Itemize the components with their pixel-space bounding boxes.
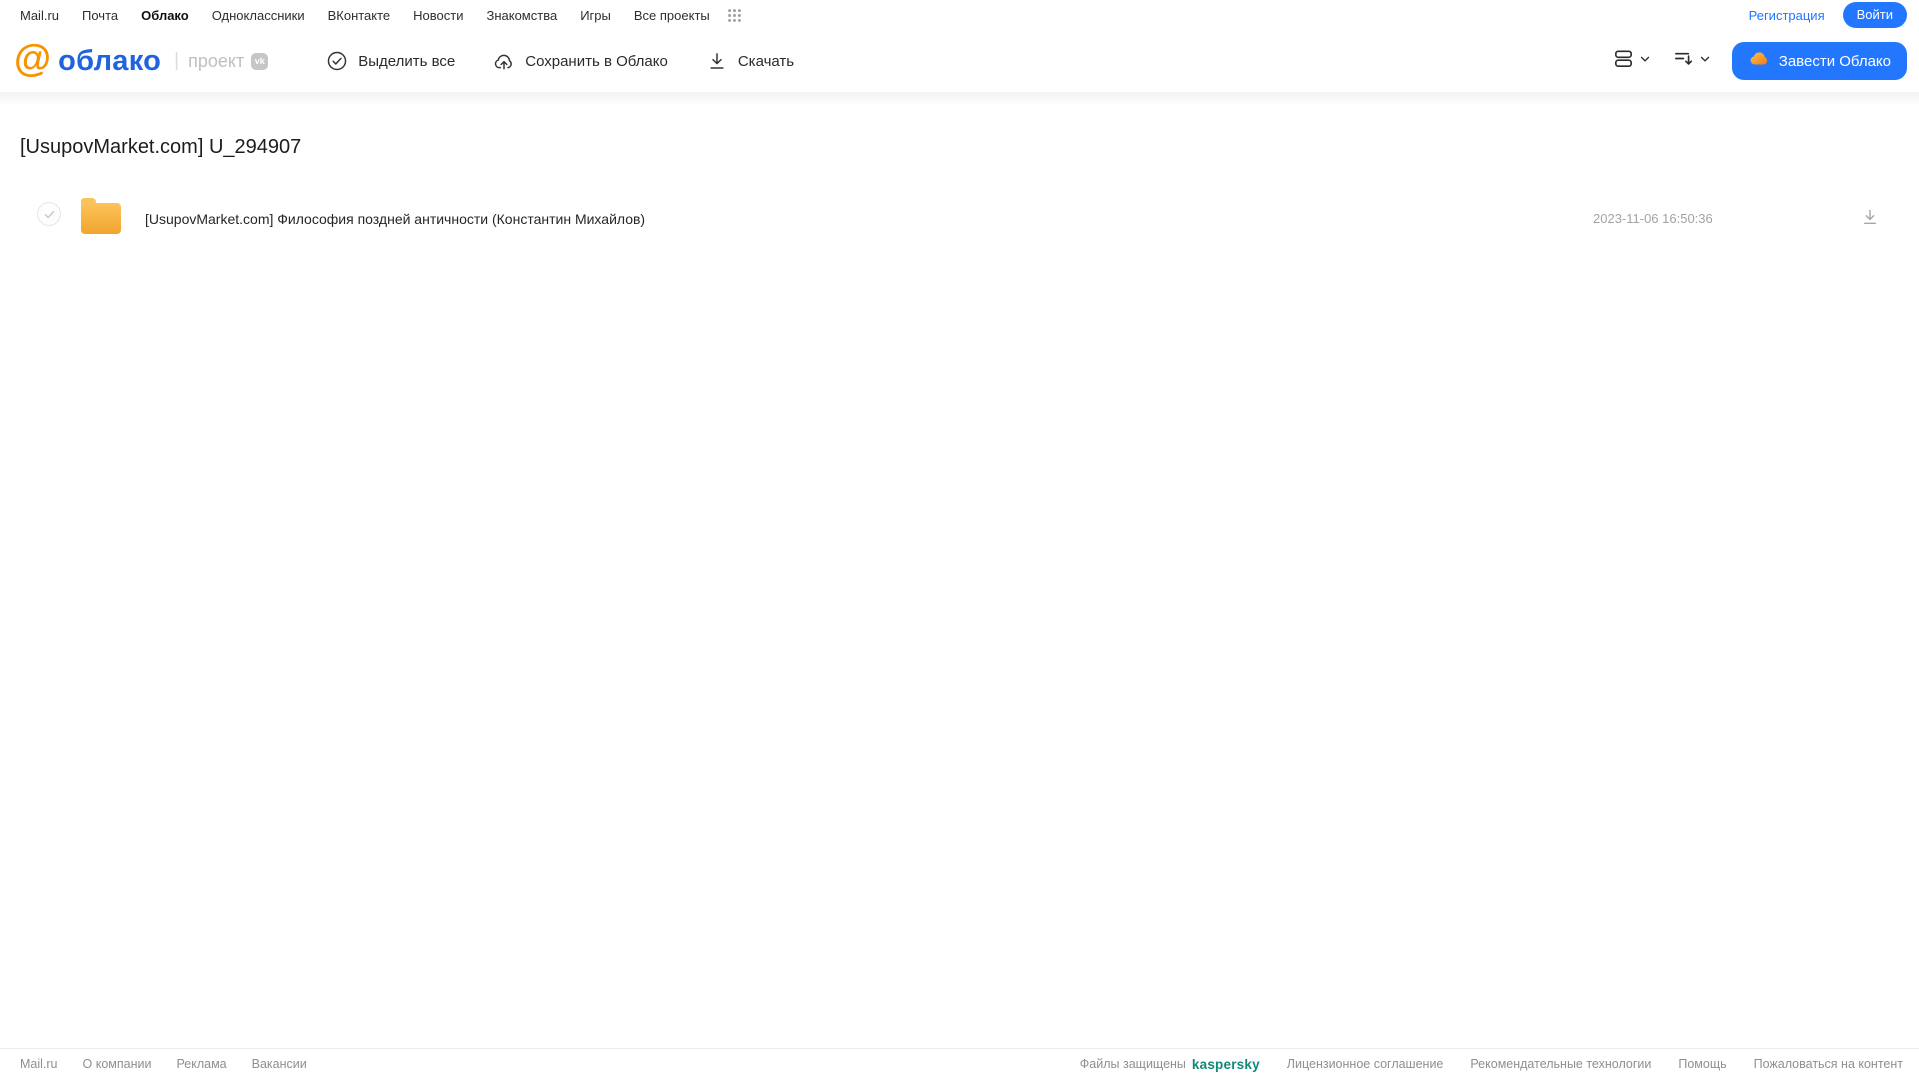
view-mode-icon xyxy=(1612,47,1635,75)
footer-left-links: Mail.ru О компании Реклама Вакансии xyxy=(20,1057,307,1071)
save-to-cloud-label: Сохранить в Облако xyxy=(525,52,668,70)
nav-news[interactable]: Новости xyxy=(413,8,463,23)
nav-mailru[interactable]: Mail.ru xyxy=(20,8,59,23)
footer-report-content-link[interactable]: Пожаловаться на контент xyxy=(1754,1057,1903,1071)
chevron-down-icon xyxy=(1638,52,1652,71)
toolbar: Выделить все Сохранить в Облако Скачать xyxy=(326,50,794,72)
download-label: Скачать xyxy=(737,52,795,70)
orange-cloud-icon xyxy=(1748,48,1770,74)
vk-badge-icon: vk xyxy=(251,52,269,70)
protected-label: Файлы защищены xyxy=(1079,1057,1186,1071)
main-content: [UsupovMarket.com] U_294907 [UsupovMarke… xyxy=(0,136,1919,244)
project-label: проект xyxy=(188,50,245,71)
cloud-upload-icon xyxy=(493,50,515,72)
footer-ads-link[interactable]: Реклама xyxy=(176,1057,226,1071)
nav-all-projects[interactable]: Все проекты xyxy=(634,8,710,23)
registration-link[interactable]: Регистрация xyxy=(1749,8,1825,23)
download-icon xyxy=(706,50,728,72)
sort-icon xyxy=(1672,47,1695,75)
nav-odnoklassniki[interactable]: Одноклассники xyxy=(212,8,305,23)
mailru-at-icon: @ xyxy=(14,38,52,80)
top-nav-auth: Регистрация Войти xyxy=(1749,2,1907,28)
sort-selector[interactable] xyxy=(1672,47,1712,75)
file-modified-date: 2023-11-06 16:50:36 xyxy=(1593,211,1713,226)
file-row[interactable]: [UsupovMarket.com] Философия поздней ант… xyxy=(0,198,1919,244)
kaspersky-logo[interactable]: kaspersky xyxy=(1192,1057,1260,1072)
save-to-cloud-button[interactable]: Сохранить в Облако xyxy=(493,50,668,72)
header: @ облако | проект vk Выделить все Сохран… xyxy=(0,30,1919,92)
select-all-label: Выделить все xyxy=(358,52,456,70)
footer-jobs-link[interactable]: Вакансии xyxy=(252,1057,307,1071)
footer-mailru-link[interactable]: Mail.ru xyxy=(20,1057,58,1071)
folder-icon xyxy=(81,198,121,234)
view-mode-selector[interactable] xyxy=(1612,47,1652,75)
footer-right-links: Файлы защищены kaspersky Лицензионное со… xyxy=(1080,1057,1903,1072)
nav-vkontakte[interactable]: ВКонтакте xyxy=(328,8,391,23)
footer: Mail.ru О компании Реклама Вакансии Файл… xyxy=(0,1048,1919,1079)
footer-help-link[interactable]: Помощь xyxy=(1678,1057,1726,1071)
header-right: Завести Облако xyxy=(1612,42,1907,80)
header-shadow xyxy=(0,92,1919,106)
footer-about-link[interactable]: О компании xyxy=(83,1057,152,1071)
nav-dating[interactable]: Знакомства xyxy=(486,8,557,23)
check-circle-icon xyxy=(326,50,348,72)
select-all-button[interactable]: Выделить все xyxy=(326,50,455,72)
login-button[interactable]: Войти xyxy=(1842,2,1907,28)
nav-cloud[interactable]: Облако xyxy=(141,8,189,23)
create-cloud-button[interactable]: Завести Облако xyxy=(1731,42,1907,80)
files-protected-note: Файлы защищены kaspersky xyxy=(1080,1057,1260,1072)
logo-separator: | xyxy=(174,50,180,71)
page-title: [UsupovMarket.com] U_294907 xyxy=(20,136,302,158)
footer-license-link[interactable]: Лицензионное соглашение xyxy=(1287,1057,1444,1071)
top-nav-links: Mail.ru Почта Облако Одноклассники ВКонт… xyxy=(20,8,742,23)
cloud-logo[interactable]: @ облако | проект vk xyxy=(14,38,269,80)
chevron-down-icon xyxy=(1698,52,1712,71)
top-nav: Mail.ru Почта Облако Одноклассники ВКонт… xyxy=(0,0,1919,30)
nav-games[interactable]: Игры xyxy=(580,8,611,23)
footer-recommendation-tech-link[interactable]: Рекомендательные технологии xyxy=(1470,1057,1651,1071)
logo-text: облако xyxy=(58,44,162,77)
create-cloud-label: Завести Облако xyxy=(1778,52,1891,70)
nav-mail[interactable]: Почта xyxy=(82,8,118,23)
row-checkbox[interactable] xyxy=(37,202,61,226)
apps-grid-icon[interactable] xyxy=(727,8,742,23)
download-button[interactable]: Скачать xyxy=(706,50,794,72)
file-name-link[interactable]: [UsupovMarket.com] Философия поздней ант… xyxy=(145,211,645,227)
row-download-icon[interactable] xyxy=(1860,207,1880,232)
